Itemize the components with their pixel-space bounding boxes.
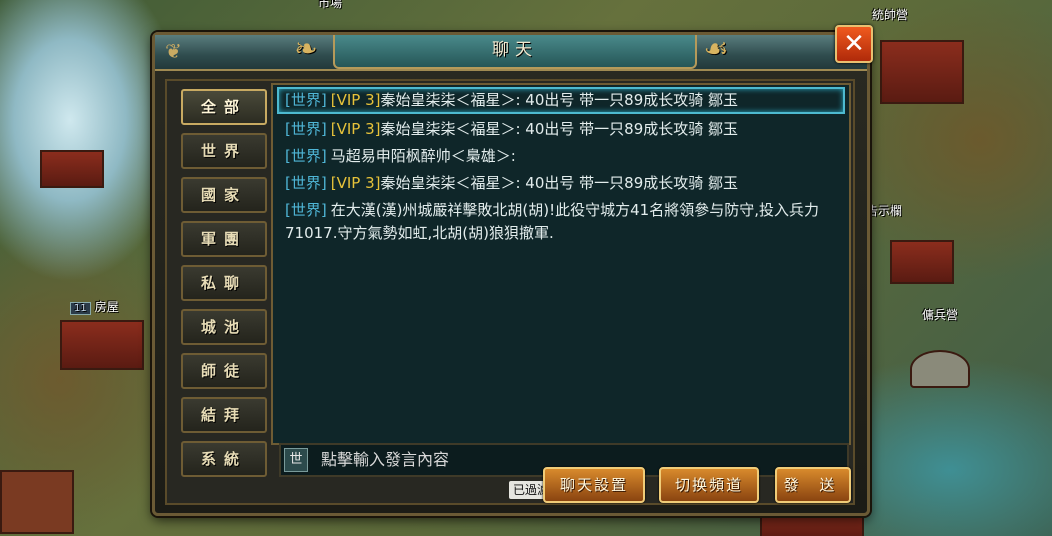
vip-tag: [VIP 3] bbox=[330, 91, 381, 109]
chat-message[interactable]: [世界] [VIP 3]秦始皇柒柒＜福星＞: 40出号 带一只89成长攻骑 鄒玉 bbox=[277, 87, 845, 114]
chat-message[interactable]: [世界] [VIP 3]秦始皇柒柒＜福星＞: 40出号 带一只89成长攻骑 鄒玉 bbox=[273, 170, 849, 197]
vip-tag: [VIP 3] bbox=[330, 174, 381, 192]
tab-country[interactable]: 國家 bbox=[181, 177, 267, 213]
map-building[interactable] bbox=[890, 240, 954, 284]
channel-tag[interactable]: [世界] bbox=[285, 174, 327, 192]
house-level-badge: 11 bbox=[70, 302, 91, 315]
tab-world[interactable]: 世界 bbox=[181, 133, 267, 169]
map-building[interactable] bbox=[0, 470, 74, 534]
chat-dialog: ❦ ❧ 聊天 ☙ ✕ 全部 世界 國家 軍團 私聊 城池 師徒 結拜 系統 [世… bbox=[152, 25, 873, 516]
send-button[interactable]: 發 送 bbox=[775, 467, 851, 503]
dragon-ornament-icon: ☙ bbox=[703, 32, 729, 65]
channel-tag[interactable]: [世界] bbox=[285, 147, 327, 165]
channel-tag[interactable]: [世界] bbox=[285, 91, 327, 109]
chat-message[interactable]: [世界] 马超易申陌枫醉帅＜梟雄＞: bbox=[273, 143, 849, 170]
channel-tabs: 全部 世界 國家 軍團 私聊 城池 師徒 結拜 系統 bbox=[181, 89, 267, 485]
tab-private[interactable]: 私聊 bbox=[181, 265, 267, 301]
chat-settings-button[interactable]: 聊天設置 bbox=[543, 467, 645, 503]
chat-message[interactable]: [世界] [VIP 3]秦始皇柒柒＜福星＞: 40出号 带一只89成长攻骑 鄒玉 bbox=[273, 116, 849, 143]
message-text: 秦始皇柒柒＜福星＞: 40出号 带一只89成长攻骑 鄒玉 bbox=[380, 91, 739, 109]
map-label-house[interactable]: 11 房屋 bbox=[70, 298, 119, 315]
map-building[interactable] bbox=[40, 150, 104, 188]
house-label: 房屋 bbox=[94, 300, 119, 314]
message-text: 马超易申陌枫醉帅＜梟雄＞: bbox=[330, 147, 516, 165]
message-text: 秦始皇柒柒＜福星＞: 40出号 带一只89成长攻骑 鄒玉 bbox=[380, 174, 739, 192]
dialog-titlebar: ❦ ❧ 聊天 ☙ bbox=[155, 32, 867, 71]
chat-message-list[interactable]: [世界] [VIP 3]秦始皇柒柒＜福星＞: 40出号 带一只89成长攻骑 鄒玉 … bbox=[271, 83, 851, 445]
map-label-command-camp[interactable]: 統帥營 bbox=[872, 6, 908, 23]
map-building[interactable] bbox=[910, 350, 970, 388]
close-button[interactable]: ✕ bbox=[835, 25, 873, 63]
chat-message[interactable]: [世界] 在大漢(漢)州城嚴祥擊敗北胡(胡)!此役守城方41名將領參与防守,投入兵… bbox=[273, 197, 849, 247]
chat-panel: 全部 世界 國家 軍團 私聊 城池 師徒 結拜 系統 [世界] [VIP 3]秦始… bbox=[165, 79, 855, 505]
input-channel-button[interactable]: 世 bbox=[284, 448, 308, 472]
map-label-recruit-camp[interactable]: 傭兵營 bbox=[922, 306, 958, 323]
switch-channel-button[interactable]: 切换頻道 bbox=[659, 467, 759, 503]
channel-tag[interactable]: [世界] bbox=[285, 201, 327, 219]
map-building[interactable] bbox=[60, 320, 144, 370]
tab-legion[interactable]: 軍團 bbox=[181, 221, 267, 257]
map-label-market[interactable]: 市場 bbox=[318, 0, 342, 11]
tab-city[interactable]: 城池 bbox=[181, 309, 267, 345]
channel-tag[interactable]: [世界] bbox=[285, 120, 327, 138]
dragon-ornament-icon: ❧ bbox=[294, 32, 318, 65]
vip-tag: [VIP 3] bbox=[330, 120, 381, 138]
tab-system[interactable]: 系統 bbox=[181, 441, 267, 477]
ornament-icon: ❦ bbox=[165, 39, 182, 63]
tab-sworn[interactable]: 結拜 bbox=[181, 397, 267, 433]
message-text: 秦始皇柒柒＜福星＞: 40出号 带一只89成长攻骑 鄒玉 bbox=[380, 120, 739, 138]
tab-all[interactable]: 全部 bbox=[181, 89, 267, 125]
dialog-title: 聊天 bbox=[333, 35, 697, 69]
tab-mentor[interactable]: 師徒 bbox=[181, 353, 267, 389]
message-text: 在大漢(漢)州城嚴祥擊敗北胡(胡)!此役守城方41名將領參与防守,投入兵力710… bbox=[285, 201, 819, 242]
map-label-notice[interactable]: 告示欄 bbox=[866, 202, 902, 219]
map-building[interactable] bbox=[880, 40, 964, 104]
